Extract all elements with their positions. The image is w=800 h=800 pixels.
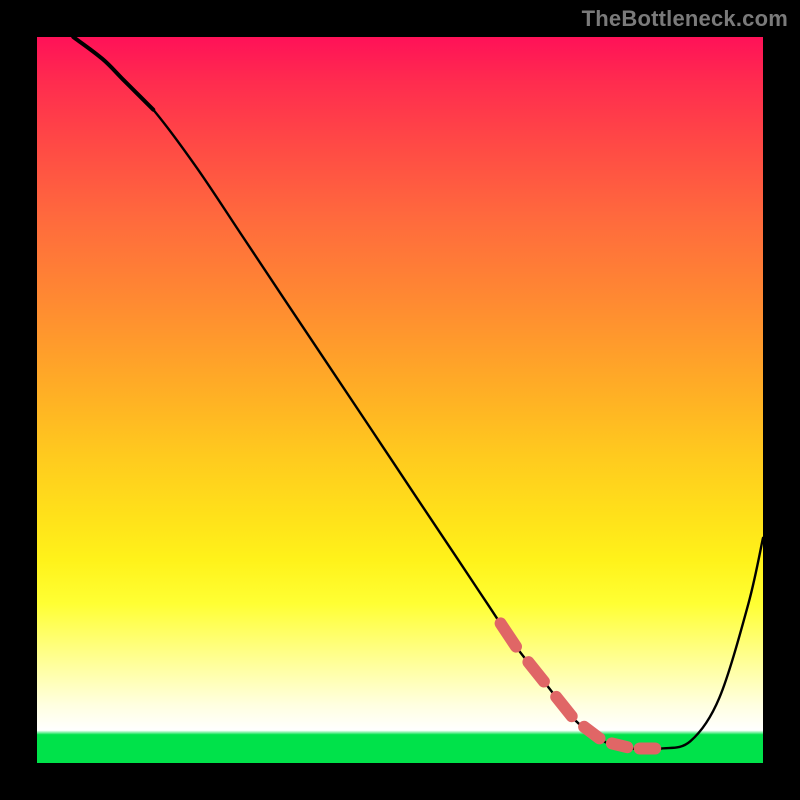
curve-drop-segment xyxy=(73,37,153,110)
optimal-range-dash xyxy=(528,662,544,681)
optimal-range-dash xyxy=(501,623,516,646)
bottleneck-curve xyxy=(73,37,763,749)
curve-overlay xyxy=(37,37,763,763)
chart-frame: TheBottleneck.com xyxy=(0,0,800,800)
optimal-range-dash xyxy=(556,697,572,716)
optimal-range-marker xyxy=(501,623,656,748)
watermark-text: TheBottleneck.com xyxy=(582,6,788,32)
optimal-range-dash xyxy=(612,743,627,747)
plot-area xyxy=(37,37,763,763)
optimal-range-dash xyxy=(584,727,599,739)
